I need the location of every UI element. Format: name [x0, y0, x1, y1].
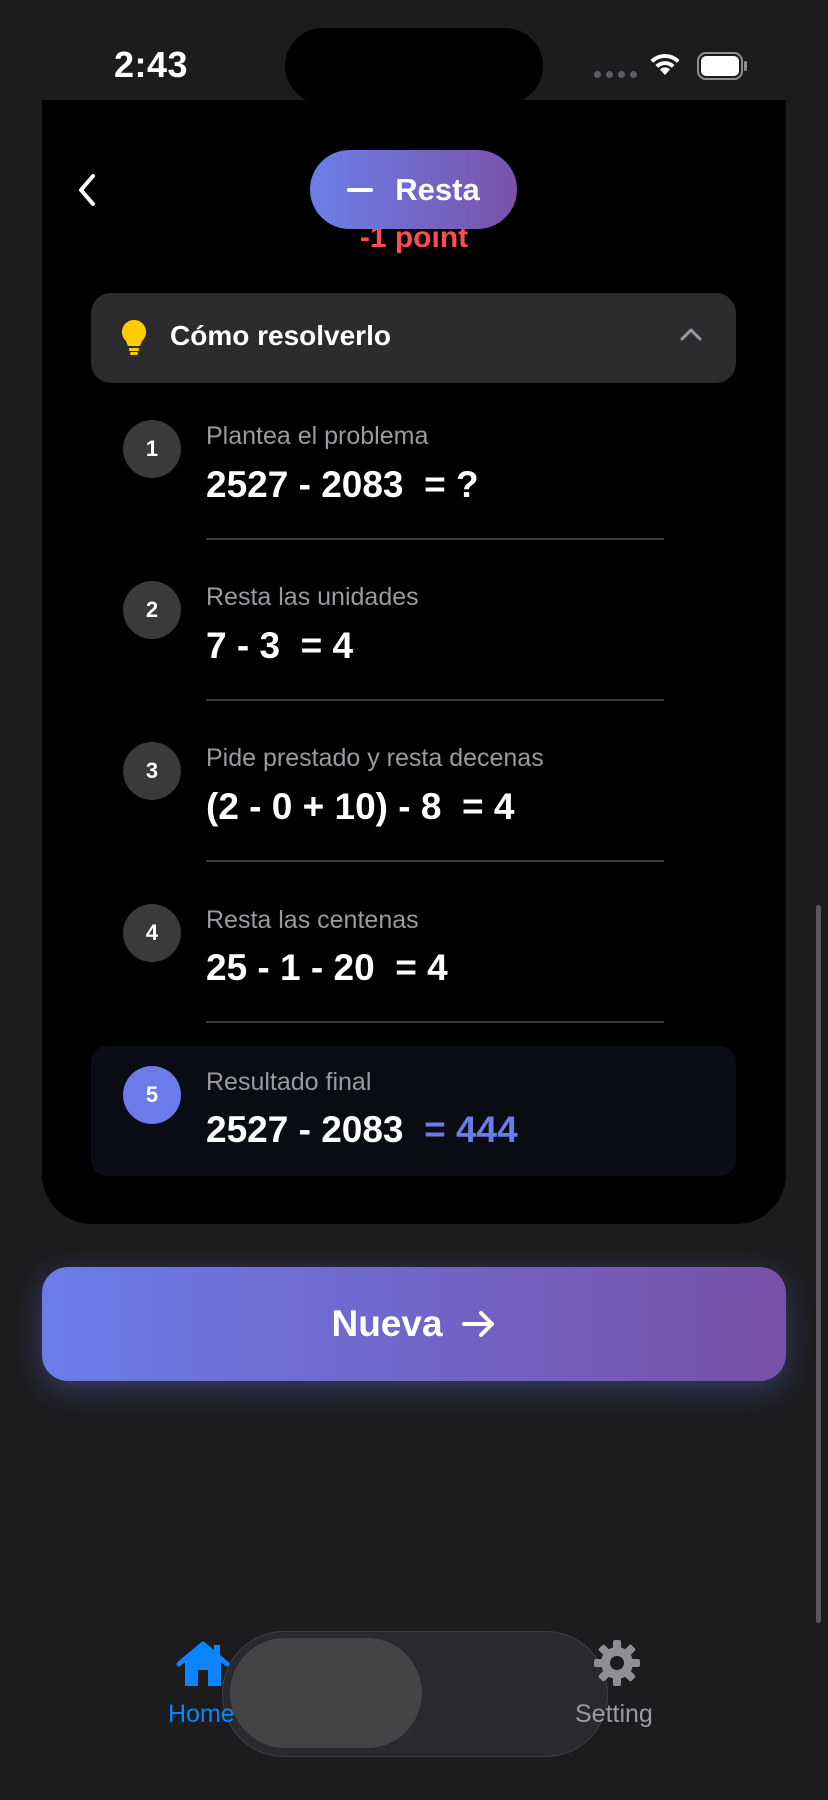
solution-card: -1 point Cómo resolverlo 1 Plantea el pr… [42, 100, 786, 1224]
step-divider [206, 699, 664, 701]
final-result: = 444 [424, 1109, 518, 1150]
step-equation: (2 - 0 + 10) - 8 = 4 [206, 786, 515, 828]
operation-label: Resta [395, 171, 480, 207]
step-equation: 7 - 3 = 4 [206, 625, 353, 667]
final-equation: 2527 - 2083 = 444 [206, 1109, 518, 1151]
step-expression: 2527 - 2083 [206, 1109, 404, 1150]
tab-selection-indicator [230, 1638, 422, 1748]
tab-home-label[interactable]: Home [168, 1700, 235, 1729]
step-label: Resta las unidades [206, 583, 419, 611]
step-divider [206, 860, 664, 862]
chevron-up-icon [680, 328, 702, 341]
chevron-left-icon [79, 174, 95, 206]
new-problem-button[interactable]: Nueva [42, 1267, 786, 1381]
step-expression: 25 - 1 - 20 [206, 947, 375, 988]
step-label: Pide prestado y resta decenas [206, 744, 544, 772]
step-number-badge: 5 [123, 1066, 181, 1124]
step-equation: 25 - 1 - 20 = 4 [206, 947, 448, 989]
step-label: Plantea el problema [206, 422, 429, 450]
step-divider [206, 1021, 664, 1023]
step-expression: 7 - 3 [206, 625, 281, 666]
step-expression: (2 - 0 + 10) - 8 [206, 786, 442, 827]
step-label: Resta las centenas [206, 906, 419, 934]
cellular-signal-icon [594, 71, 637, 78]
wifi-icon [650, 53, 680, 75]
step-number-badge: 1 [123, 420, 181, 478]
operation-pill[interactable]: Resta [310, 150, 517, 229]
back-button[interactable] [42, 145, 132, 235]
arrow-right-icon [461, 1311, 494, 1337]
scrollbar[interactable] [816, 905, 821, 1623]
house-icon[interactable] [175, 1640, 231, 1688]
tab-setting-label[interactable]: Setting [575, 1700, 653, 1729]
new-problem-label: Nueva [331, 1303, 443, 1344]
step-equation: 2527 - 2083 = ? [206, 464, 479, 506]
step-result: = 4 [395, 947, 448, 988]
step-label: Resultado final [206, 1068, 372, 1096]
battery-icon [697, 52, 747, 80]
how-to-solve-toggle[interactable]: Cómo resolverlo [91, 293, 736, 383]
step-result: = 4 [462, 786, 515, 827]
step-divider [206, 538, 664, 540]
step-result: = ? [424, 464, 479, 505]
step-number-badge: 3 [123, 742, 181, 800]
step-result: = 4 [300, 625, 354, 666]
how-to-solve-title: Cómo resolverlo [170, 320, 391, 351]
step-number-badge: 4 [123, 904, 181, 962]
dynamic-island [285, 28, 543, 104]
status-time: 2:43 [114, 44, 189, 85]
step-expression: 2527 - 2083 [206, 464, 404, 505]
step-number-badge: 2 [123, 581, 181, 639]
lightbulb-icon [121, 319, 147, 355]
gear-icon[interactable] [593, 1639, 641, 1687]
minus-icon [347, 187, 374, 192]
